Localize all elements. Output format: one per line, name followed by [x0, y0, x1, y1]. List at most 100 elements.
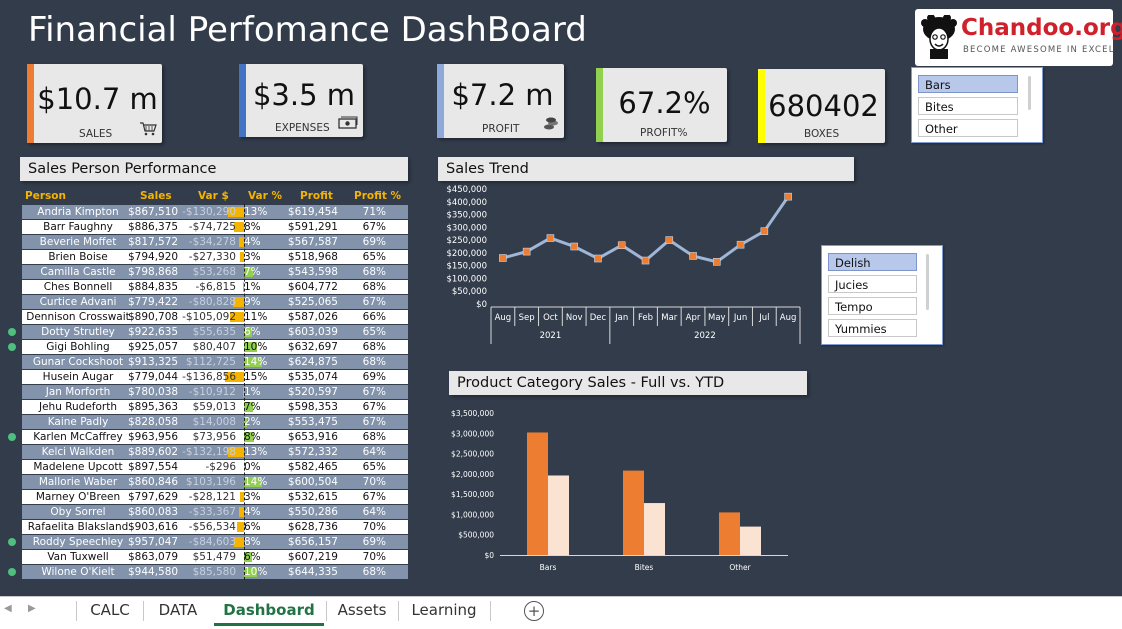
table-row: Marney O'Breen $797,629 -$28,121 3% $532,615… — [22, 490, 408, 504]
variance-percent: 7% — [244, 266, 261, 278]
profit-value: $598,353 — [287, 401, 338, 413]
person-name: Ches Bonnell — [43, 281, 113, 293]
slicer-item-bars[interactable]: Bars — [918, 75, 1018, 93]
category-bar — [644, 503, 665, 555]
profit-value: $520,597 — [287, 386, 338, 398]
variance-percent: 6% — [244, 521, 261, 533]
kpi-value: $7.2 m — [451, 78, 554, 112]
trend-point — [522, 247, 531, 256]
tab-data[interactable]: DATA — [146, 597, 210, 623]
tab-calc[interactable]: CALC — [80, 597, 140, 623]
x-category-label: Bars — [540, 563, 557, 572]
category-slicer[interactable]: Bars Bites Other — [911, 67, 1043, 143]
sales-value: $897,554 — [128, 461, 179, 473]
coins-icon — [543, 117, 559, 135]
slicer-item-tempo[interactable]: Tempo — [828, 297, 917, 315]
variance-value: -$10,912 — [188, 386, 236, 398]
col-header-person: Person — [25, 190, 66, 202]
sales-person-header: Sales Person Performance — [20, 157, 408, 181]
category-bar — [740, 526, 761, 555]
profit-value: $632,697 — [287, 341, 338, 353]
kpi-card-profit: $7.2 m PROFIT — [437, 64, 564, 138]
slicer-item-yummies[interactable]: Yummies — [828, 319, 917, 337]
variance-percent: 10% — [244, 566, 268, 578]
table-row: Oby Sorrel $860,083 -$33,367 4% $550,286 64% — [22, 505, 408, 519]
profit-percent: 70% — [362, 551, 386, 563]
slicer-scrollbar[interactable] — [926, 254, 929, 310]
slicer-item-jucies[interactable]: Jucies — [828, 275, 917, 293]
y-tick-label: $450,000 — [446, 185, 487, 195]
category-sales-header: Product Category Sales - Full vs. YTD — [449, 371, 807, 395]
person-name: Rafaelita Blaksland — [27, 521, 129, 533]
trend-point — [570, 242, 578, 251]
x-tick-label: Jul — [758, 313, 769, 323]
kpi-value: 680402 — [768, 89, 879, 123]
scroll-right-icon[interactable]: ▶ — [28, 603, 36, 614]
sales-value: $794,920 — [128, 251, 179, 263]
sales-value: $797,629 — [128, 491, 179, 503]
profit-value: $543,598 — [287, 266, 338, 278]
profit-percent: 67% — [362, 296, 386, 308]
kpi-value: 67.2% — [618, 86, 711, 120]
add-sheet-icon[interactable]: + — [524, 601, 544, 621]
x-tick-label: Oct — [543, 313, 558, 323]
variance-percent: 8% — [244, 536, 261, 548]
person-name: Van Tuxwell — [47, 551, 109, 563]
slicer-scrollbar[interactable] — [1028, 76, 1031, 110]
slicer-item-bites[interactable]: Bites — [918, 97, 1018, 115]
person-name: Dotty Strutley — [41, 326, 115, 338]
tab-learning[interactable]: Learning — [402, 597, 486, 623]
product-slicer[interactable]: Delish Jucies Tempo Yummies — [821, 245, 943, 345]
profit-value: $604,772 — [287, 281, 338, 293]
sales-value: $886,375 — [128, 221, 179, 233]
person-name: Wilone O'Kielt — [41, 566, 115, 578]
variance-percent: 13% — [244, 446, 268, 458]
person-name: Husein Augar — [42, 371, 114, 383]
slicer-item-other[interactable]: Other — [918, 119, 1018, 137]
x-tick-label: Jan — [614, 313, 628, 323]
profit-percent: 65% — [362, 461, 386, 473]
sales-value: $860,846 — [128, 476, 179, 488]
tab-dashboard[interactable]: Dashboard — [214, 597, 324, 626]
variance-percent: 10% — [244, 341, 268, 353]
sales-value: $925,057 — [128, 341, 179, 353]
flag-dot — [8, 568, 16, 576]
profit-percent: 69% — [362, 236, 386, 248]
slicer-item-delish[interactable]: Delish — [828, 253, 917, 271]
variance-value: -$34,278 — [188, 236, 236, 248]
profit-percent: 68% — [362, 341, 386, 353]
table-row: Van Tuxwell $863,079 $51,479 6% $607,219 70% — [22, 550, 408, 564]
variance-value: -$136,856 — [182, 371, 236, 383]
variance-value: -$130,290 — [182, 206, 236, 218]
table-row: Mallorie Waber $860,846 $103,196 14% $600,50… — [22, 475, 408, 489]
sales-value: $817,572 — [128, 236, 179, 248]
table-row: Husein Augar $779,044 -$136,856 15% $535,074… — [22, 370, 408, 384]
table-row: Jehu Rudeforth $895,363 $59,013 7% $598,353 6… — [22, 400, 408, 414]
profit-value: $550,286 — [287, 506, 338, 518]
sales-value: $779,422 — [128, 296, 179, 308]
kpi-card-boxes: 680402 BOXES — [758, 69, 885, 143]
table-row: Jan Morforth $780,038 -$10,912 1% $520,597 67… — [22, 385, 408, 399]
variance-value: $80,407 — [192, 341, 236, 353]
profit-percent: 68% — [362, 431, 386, 443]
variance-value: $51,479 — [192, 551, 236, 563]
variance-percent: 6% — [244, 551, 261, 563]
person-name: Gunar Cockshoot — [32, 356, 124, 368]
profit-percent: 69% — [362, 536, 386, 548]
variance-value: $53,268 — [192, 266, 236, 278]
variance-value: $73,956 — [192, 431, 236, 443]
profit-percent: 64% — [362, 446, 386, 458]
flag-dot — [8, 538, 16, 546]
variance-value: -$84,603 — [188, 536, 236, 548]
variance-percent: 8% — [244, 431, 261, 443]
person-name: Jehu Rudeforth — [38, 401, 118, 413]
tab-assets[interactable]: Assets — [330, 597, 394, 623]
trend-series-line — [502, 195, 790, 264]
scroll-left-icon[interactable]: ◀ — [4, 603, 12, 614]
y-tick-label: $350,000 — [446, 211, 487, 221]
y-tick-label: $2,000,000 — [451, 470, 494, 479]
profit-percent: 70% — [362, 521, 386, 533]
trend-point — [784, 192, 792, 201]
variance-value: -$74,725 — [188, 221, 236, 233]
profit-value: $553,475 — [287, 416, 338, 428]
